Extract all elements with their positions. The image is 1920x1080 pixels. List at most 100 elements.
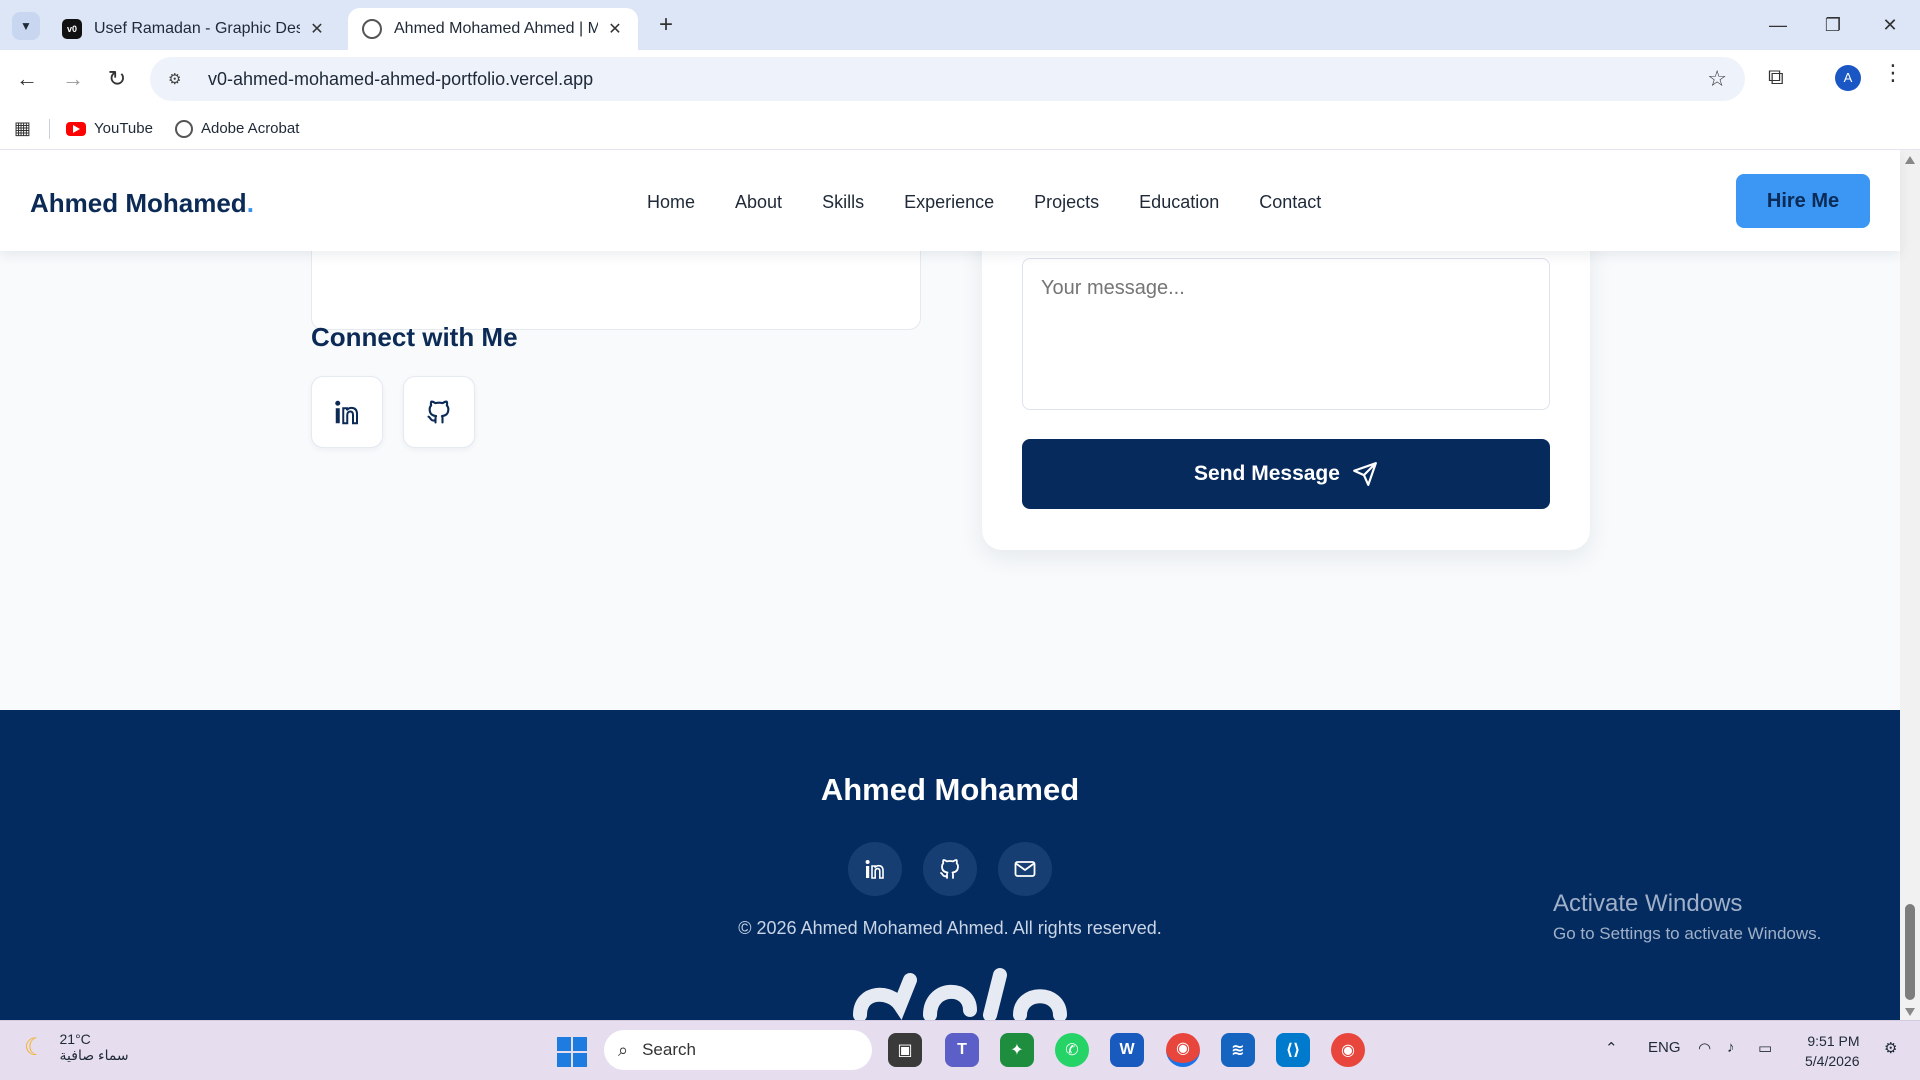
globe-icon	[362, 19, 382, 39]
bookmark-adobe-acrobat[interactable]: Adobe Acrobat	[174, 119, 300, 138]
v0-favicon-icon: v0	[62, 19, 82, 39]
bookmark-label: Adobe Acrobat	[200, 120, 300, 137]
nav-projects[interactable]: Projects	[1034, 192, 1099, 213]
restore-button[interactable]: ❐	[1813, 10, 1853, 40]
folder-icon: ▣	[897, 1042, 913, 1059]
site-settings-icon[interactable]: ⚙	[168, 70, 190, 88]
weather-description: سماء صافية	[59, 1047, 129, 1063]
windows-logo-icon	[557, 1053, 571, 1067]
footer-email-link[interactable]	[998, 842, 1052, 896]
nav-experience[interactable]: Experience	[904, 192, 994, 213]
footer-linkedin-link[interactable]	[848, 842, 902, 896]
app-icon: ✦	[1010, 1042, 1024, 1059]
bookmarks-divider	[49, 118, 51, 139]
taskbar-app-chrome-profile[interactable]: ◉	[1331, 1033, 1365, 1067]
url-text: v0-ahmed-mohamed-ahmed-portfolio.vercel.…	[208, 68, 594, 89]
close-icon[interactable]: ✕	[606, 19, 624, 39]
send-message-label: Send Message	[1194, 462, 1340, 485]
nav-skills[interactable]: Skills	[822, 192, 864, 213]
taskbar-app-word[interactable]: W	[1110, 1033, 1144, 1067]
language-indicator[interactable]: ENG	[1648, 1039, 1681, 1056]
windows-logo-icon	[557, 1037, 571, 1051]
reload-button[interactable]: ↻	[100, 62, 134, 96]
brand-name: Ahmed Mohamed	[30, 188, 247, 218]
minimize-button[interactable]: —	[1758, 10, 1798, 40]
moon-icon: ☾	[24, 1034, 46, 1061]
bookmark-label: YouTube	[94, 120, 153, 137]
activate-title: Activate Windows	[1553, 890, 1743, 917]
arrow-left-icon: ←	[16, 66, 38, 91]
extensions-icon[interactable]: ⧉	[1768, 64, 1784, 90]
volume-icon[interactable]: ♪	[1727, 1039, 1735, 1056]
linkedin-icon	[335, 400, 358, 425]
new-tab-button[interactable]: +	[652, 12, 680, 40]
brand-logo[interactable]: Ahmed Mohamed.	[30, 188, 254, 219]
site-footer: Ahmed Mohamed © 2026 Ahmed Mohamed Ahmed…	[0, 710, 1900, 1020]
profile-avatar[interactable]: A	[1835, 65, 1861, 91]
address-bar[interactable]: ⚙ v0-ahmed-mohamed-ahmed-portfolio.verce…	[150, 57, 1745, 101]
contact-form-card: Send Message	[982, 210, 1590, 550]
brand-dot: .	[246, 188, 254, 218]
taskbar-app-stack[interactable]: ≋	[1221, 1033, 1255, 1067]
hire-me-button[interactable]: Hire Me	[1736, 174, 1870, 228]
taskbar-app-file-explorer[interactable]: ▣	[888, 1033, 922, 1067]
arrow-right-icon: →	[62, 66, 84, 91]
activate-windows-watermark: Activate Windows Go to Settings to activ…	[1553, 890, 1821, 944]
page-scrollbar[interactable]	[1900, 150, 1920, 1020]
nav-contact[interactable]: Contact	[1259, 192, 1321, 213]
forward-button[interactable]: →	[56, 62, 90, 96]
start-button[interactable]	[557, 1037, 587, 1067]
wifi-icon[interactable]: ◠	[1698, 1039, 1711, 1057]
site-header: Ahmed Mohamed. Home About Skills Experie…	[0, 150, 1900, 251]
scroll-thumb[interactable]	[1905, 904, 1915, 1000]
weather-widget[interactable]: ☾ 21°C سماء صافية	[24, 1031, 129, 1064]
word-icon: W	[1119, 1041, 1135, 1058]
taskbar-app-vscode[interactable]: ⟨⟩	[1276, 1033, 1310, 1067]
weather-temperature: 21°C	[59, 1031, 91, 1047]
windows-logo-icon	[573, 1053, 587, 1067]
nav-about[interactable]: About	[735, 192, 782, 213]
more-menu-icon[interactable]: ⋮	[1882, 60, 1904, 86]
main-nav: Home About Skills Experience Projects Ed…	[647, 192, 1321, 213]
close-icon[interactable]: ✕	[308, 19, 326, 39]
taskbar-app-teams[interactable]: T	[945, 1033, 979, 1067]
scroll-down-icon[interactable]	[1905, 1008, 1915, 1016]
github-link[interactable]	[403, 376, 475, 448]
footer-name: Ahmed Mohamed	[820, 772, 1080, 807]
reload-icon: ↻	[107, 66, 127, 91]
notifications-icon[interactable]: ⚙	[1884, 1039, 1897, 1057]
bookmark-youtube[interactable]: YouTube	[66, 120, 153, 137]
github-icon	[427, 400, 450, 424]
tab-usef-ramadan[interactable]: v0 Usef Ramadan - Graphic Designer ✕	[48, 8, 340, 50]
scroll-up-icon[interactable]	[1905, 156, 1915, 164]
vscode-icon: ⟨⟩	[1285, 1042, 1301, 1059]
apps-grid-icon[interactable]: ▦	[14, 118, 31, 139]
taskbar-app-green[interactable]: ✦	[1000, 1033, 1034, 1067]
message-textarea[interactable]	[1022, 258, 1550, 410]
battery-icon[interactable]: ▭	[1758, 1039, 1772, 1057]
search-icon: ⌕	[618, 1039, 629, 1060]
linkedin-link[interactable]	[311, 376, 383, 448]
page-viewport: Ahmed Mohamed. Home About Skills Experie…	[0, 150, 1920, 1020]
back-button[interactable]: ←	[10, 62, 44, 96]
taskbar-search[interactable]: ⌕ Search	[604, 1030, 872, 1070]
nav-home[interactable]: Home	[647, 192, 695, 213]
taskbar-app-whatsapp[interactable]: ✆	[1055, 1033, 1089, 1067]
tab-title: Usef Ramadan - Graphic Designer	[94, 20, 300, 37]
tab-ahmed-portfolio[interactable]: Ahmed Mohamed Ahmed | Mac ✕	[348, 8, 638, 50]
activate-subtitle: Go to Settings to activate Windows.	[1553, 924, 1822, 943]
footer-github-link[interactable]	[923, 842, 977, 896]
linkedin-icon	[865, 860, 884, 879]
send-message-button[interactable]: Send Message	[1022, 439, 1550, 509]
star-icon[interactable]: ☆	[1707, 66, 1727, 92]
tray-overflow-icon[interactable]: ⌃	[1605, 1039, 1618, 1057]
nav-education[interactable]: Education	[1139, 192, 1219, 213]
taskbar-clock[interactable]: 9:51 PM 5/4/2026	[1805, 1031, 1860, 1071]
taskbar-app-chrome[interactable]: ◉	[1166, 1033, 1200, 1067]
globe-icon	[174, 119, 193, 138]
whatsapp-icon: ✆	[1065, 1042, 1079, 1059]
chevron-down-icon: ▼	[20, 19, 32, 33]
window-close-button[interactable]: ✕	[1870, 10, 1910, 40]
github-icon	[940, 859, 959, 879]
tab-search-dropdown[interactable]: ▼	[12, 12, 40, 40]
